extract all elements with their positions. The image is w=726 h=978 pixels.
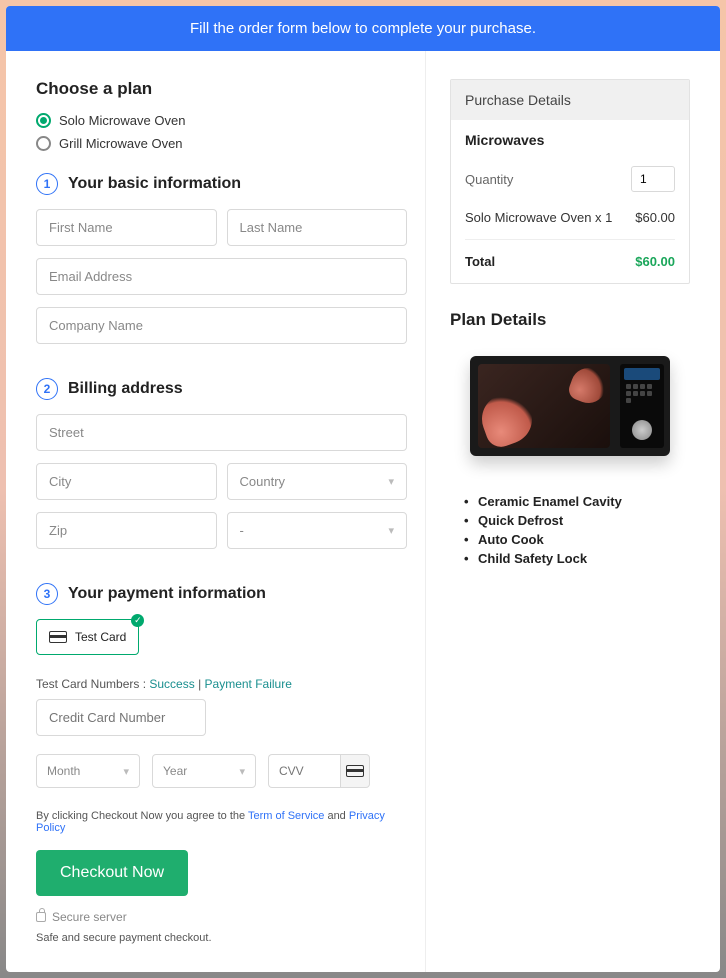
plan-option-grill[interactable]: Grill Microwave Oven [36, 136, 407, 151]
safe-checkout-line: Safe and secure payment checkout. [36, 932, 407, 944]
feature-item: Auto Cook [478, 532, 690, 547]
last-name-input[interactable] [227, 209, 408, 246]
banner: Fill the order form below to complete yo… [6, 6, 720, 51]
product-title: Microwaves [465, 132, 675, 148]
failure-link[interactable]: Payment Failure [205, 677, 292, 691]
test-card-numbers-line: Test Card Numbers : Success | Payment Fa… [36, 677, 407, 691]
check-circle-icon: ✓ [131, 614, 144, 627]
step-number-icon: 2 [36, 378, 58, 400]
country-select[interactable]: Country ▾ [227, 463, 408, 500]
month-placeholder: Month [47, 764, 80, 778]
chevron-down-icon: ▾ [388, 475, 394, 488]
step-number-icon: 1 [36, 173, 58, 195]
section-1-title: Your basic information [68, 175, 241, 193]
plan-details-title: Plan Details [450, 310, 690, 330]
company-input[interactable] [36, 307, 407, 344]
right-column: Purchase Details Microwaves Quantity Sol… [426, 51, 720, 972]
checkout-button[interactable]: Checkout Now [36, 850, 188, 896]
feature-item: Quick Defrost [478, 513, 690, 528]
line-item-price: $60.00 [635, 210, 675, 225]
test-card-option[interactable]: Test Card ✓ [36, 619, 139, 655]
zip-input[interactable] [36, 512, 217, 549]
cvv-input[interactable] [268, 754, 340, 788]
line-item-name: Solo Microwave Oven x 1 [465, 210, 612, 225]
success-link[interactable]: Success [149, 677, 194, 691]
section-3-header: 3 Your payment information [36, 583, 407, 605]
city-input[interactable] [36, 463, 217, 500]
radio-selected-icon [36, 113, 51, 128]
radio-unselected-icon [36, 136, 51, 151]
step-number-icon: 3 [36, 583, 58, 605]
section-3-title: Your payment information [68, 585, 266, 603]
month-select[interactable]: Month ▾ [36, 754, 140, 788]
features-list: Ceramic Enamel Cavity Quick Defrost Auto… [450, 494, 690, 566]
year-select[interactable]: Year ▾ [152, 754, 256, 788]
feature-item: Ceramic Enamel Cavity [478, 494, 690, 509]
quantity-label: Quantity [465, 172, 513, 187]
credit-card-icon [49, 631, 67, 643]
checkout-card: Fill the order form below to complete yo… [6, 6, 720, 972]
left-column: Choose a plan Solo Microwave Oven Grill … [6, 51, 426, 972]
body: Choose a plan Solo Microwave Oven Grill … [6, 51, 720, 972]
state-select[interactable]: - ▾ [227, 512, 408, 549]
total-amount: $60.00 [635, 254, 675, 269]
feature-item: Child Safety Lock [478, 551, 690, 566]
lock-icon [36, 912, 46, 922]
purchase-details-box: Purchase Details Microwaves Quantity Sol… [450, 79, 690, 284]
total-label: Total [465, 254, 495, 269]
country-placeholder: Country [240, 474, 286, 489]
street-input[interactable] [36, 414, 407, 451]
quantity-input[interactable] [631, 166, 675, 192]
choose-plan-title: Choose a plan [36, 79, 407, 99]
cvv-card-icon [340, 754, 370, 788]
tos-link[interactable]: Term of Service [248, 810, 324, 822]
state-placeholder: - [240, 523, 244, 538]
product-image [470, 346, 670, 466]
purchase-details-header: Purchase Details [451, 80, 689, 120]
test-card-label: Test Card [75, 630, 126, 644]
plan-option-solo[interactable]: Solo Microwave Oven [36, 113, 407, 128]
chevron-down-icon: ▾ [123, 765, 129, 778]
first-name-input[interactable] [36, 209, 217, 246]
section-1-header: 1 Your basic information [36, 173, 407, 195]
chevron-down-icon: ▾ [388, 524, 394, 537]
year-placeholder: Year [163, 764, 187, 778]
section-2-title: Billing address [68, 380, 183, 398]
terms-line: By clicking Checkout Now you agree to th… [36, 810, 407, 834]
plan-label: Solo Microwave Oven [59, 113, 185, 128]
secure-server-line: Secure server [36, 910, 407, 924]
plan-label: Grill Microwave Oven [59, 136, 183, 151]
email-input[interactable] [36, 258, 407, 295]
chevron-down-icon: ▾ [239, 765, 245, 778]
section-2-header: 2 Billing address [36, 378, 407, 400]
credit-card-input[interactable] [36, 699, 206, 736]
